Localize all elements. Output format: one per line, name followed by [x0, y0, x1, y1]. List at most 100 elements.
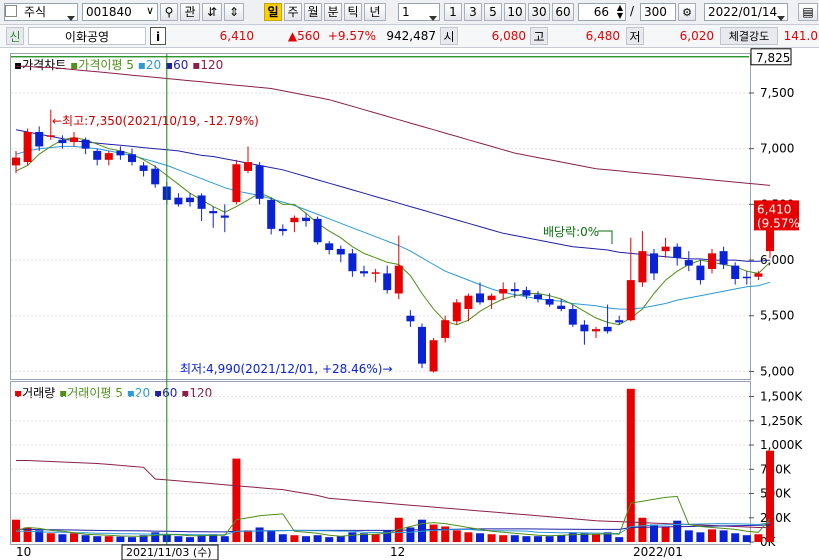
- price-change-pct: +9.57%: [327, 29, 376, 43]
- price-legend: ▪가격차트 ▪가격이평 5 ▪20 ▪60 ▪120: [14, 56, 223, 73]
- open-label: 시: [440, 27, 458, 45]
- checkbox[interactable]: [5, 5, 17, 17]
- price-tick-label: 5,500: [760, 309, 794, 323]
- x-axis-label: 12: [390, 545, 405, 559]
- period-button-week[interactable]: 주: [284, 3, 302, 21]
- ma-legend-label: 가격이평: [78, 58, 123, 72]
- search-icon: ⚲: [164, 5, 174, 19]
- market-label: 주식: [24, 5, 47, 19]
- toolbar: 주식 001840 ∨ ⚲ 관 ⇵ ⇕ 일 주 월 분 틱 년 1 1 3 5 …: [0, 0, 819, 25]
- cursor-date-box: [121, 544, 219, 560]
- price-tick-label: 6,000: [760, 253, 794, 267]
- count-separator: /: [630, 4, 635, 18]
- ma60-legend: ▪60: [165, 58, 189, 72]
- volume-tick-label: 500K: [760, 487, 792, 501]
- volume-bar: [766, 450, 774, 542]
- price-tick-label: 5,000: [760, 364, 794, 378]
- volume-tick-label: 750K: [760, 462, 792, 476]
- period-button-year[interactable]: 년: [364, 3, 386, 21]
- period-button-day[interactable]: 일: [264, 3, 282, 21]
- ma120-legend: ▪120: [192, 58, 224, 72]
- chevron-down-icon: [67, 9, 75, 25]
- chevron-down-icon: [429, 9, 437, 25]
- period-button-tick[interactable]: 틱: [344, 3, 362, 21]
- refresh-icon: ⇵: [206, 5, 218, 19]
- num-button-3[interactable]: 3: [464, 3, 482, 21]
- price-legend-title: 가격차트: [22, 58, 67, 72]
- price-legend-marker: ▪: [14, 58, 23, 72]
- current-price: 6,410: [219, 29, 254, 43]
- vma120-legend: ▪120: [181, 386, 213, 400]
- refresh-button[interactable]: ⇵: [202, 3, 222, 21]
- x-axis-label: 2022/01: [633, 545, 683, 559]
- volume-value: 942,487: [386, 29, 436, 43]
- price-change: ▲560: [287, 29, 320, 43]
- ma5-legend: 5: [126, 58, 134, 72]
- price-tick-label: 7,000: [760, 142, 794, 156]
- volume-tick-label: 1,250K: [760, 414, 803, 428]
- count-total-input[interactable]: 300: [640, 3, 676, 21]
- last-price-badge: [754, 200, 799, 231]
- count-value: 66: [593, 5, 609, 19]
- credit-badge: 신: [6, 27, 24, 45]
- date-value: 2022/01/14: [708, 5, 778, 19]
- vma5-legend: 5: [115, 386, 123, 400]
- interval-value: 1: [402, 5, 410, 19]
- code-input[interactable]: 001840 ∨: [82, 3, 158, 21]
- search-button[interactable]: ⚲: [160, 3, 178, 21]
- market-select[interactable]: 주식: [4, 3, 78, 21]
- volume-tick-label: 0K: [760, 535, 777, 549]
- candle-body: [754, 273, 763, 277]
- x-axis-label: 10: [16, 545, 31, 559]
- updown-icon: ⇕: [228, 5, 240, 19]
- num-button-5[interactable]: 5: [484, 3, 502, 21]
- stock-name: 이화공영: [28, 27, 146, 45]
- high-value: 6,480: [585, 29, 620, 43]
- volume-legend-marker: ▪: [14, 386, 23, 400]
- quote-bar: 신 이화공영 i 6,410 ▲560 +9.57% 942,487 시 6,0…: [0, 25, 819, 48]
- last-price-label: 6,410: [757, 202, 791, 216]
- volume-tick-label: 1,000K: [760, 438, 803, 452]
- info-button[interactable]: i: [150, 27, 166, 45]
- updown-button[interactable]: ⇕: [224, 3, 244, 21]
- price-panel[interactable]: [10, 53, 751, 380]
- num-button-10[interactable]: 10: [504, 3, 526, 21]
- volume-tick-label: 250K: [760, 511, 792, 525]
- vma-legend-marker: ▪: [59, 386, 68, 400]
- ma20-legend: ▪20: [137, 58, 162, 72]
- settings-button[interactable]: ⚙: [678, 3, 696, 21]
- low-label: 저: [626, 27, 644, 45]
- chevron-down-icon: ∨: [145, 4, 154, 17]
- num-button-1[interactable]: 1: [444, 3, 462, 21]
- high-label: 고: [530, 27, 548, 45]
- date-input[interactable]: 2022/01/14: [704, 3, 788, 21]
- gear-icon: ⚙: [682, 6, 692, 19]
- chart-icon: ▤: [802, 5, 814, 19]
- low-value: 6,020: [679, 29, 714, 43]
- volume-tick-label: 1,500K: [760, 390, 803, 404]
- chevron-down-icon: [777, 9, 785, 25]
- count-input[interactable]: 66 ▲ ▼: [578, 3, 626, 21]
- period-button-minute[interactable]: 분: [324, 3, 342, 21]
- interval-select[interactable]: 1: [398, 3, 440, 21]
- open-value: 6,080: [491, 29, 526, 43]
- top-value-box: [750, 48, 792, 66]
- watch-button[interactable]: 관: [180, 3, 200, 21]
- period-button-month[interactable]: 월: [304, 3, 322, 21]
- spin-icon[interactable]: ▲ ▼: [617, 4, 623, 20]
- chart-options-button[interactable]: ▤: [798, 3, 818, 21]
- num-button-60[interactable]: 60: [552, 3, 574, 21]
- vma-legend-label: 거래이평: [67, 386, 112, 400]
- top-value-label: 7,825: [756, 51, 790, 65]
- volume-legend: ▪거래량 ▪거래이평 5 ▪20 ▪60 ▪120: [14, 384, 212, 401]
- volume-legend-title: 거래량: [22, 386, 56, 400]
- num-button-30[interactable]: 30: [528, 3, 550, 21]
- code-value: 001840: [86, 5, 132, 19]
- last-pct-label: (9.57%): [757, 216, 804, 230]
- price-tick-label: 6,500: [760, 197, 794, 211]
- strength-value: 141.0: [783, 29, 818, 43]
- cursor-date-label: 2021/11/03 (수): [126, 546, 212, 559]
- volume-panel[interactable]: [10, 381, 751, 545]
- vma60-legend: ▪60: [153, 386, 178, 400]
- price-tick-label: 7,500: [760, 86, 794, 100]
